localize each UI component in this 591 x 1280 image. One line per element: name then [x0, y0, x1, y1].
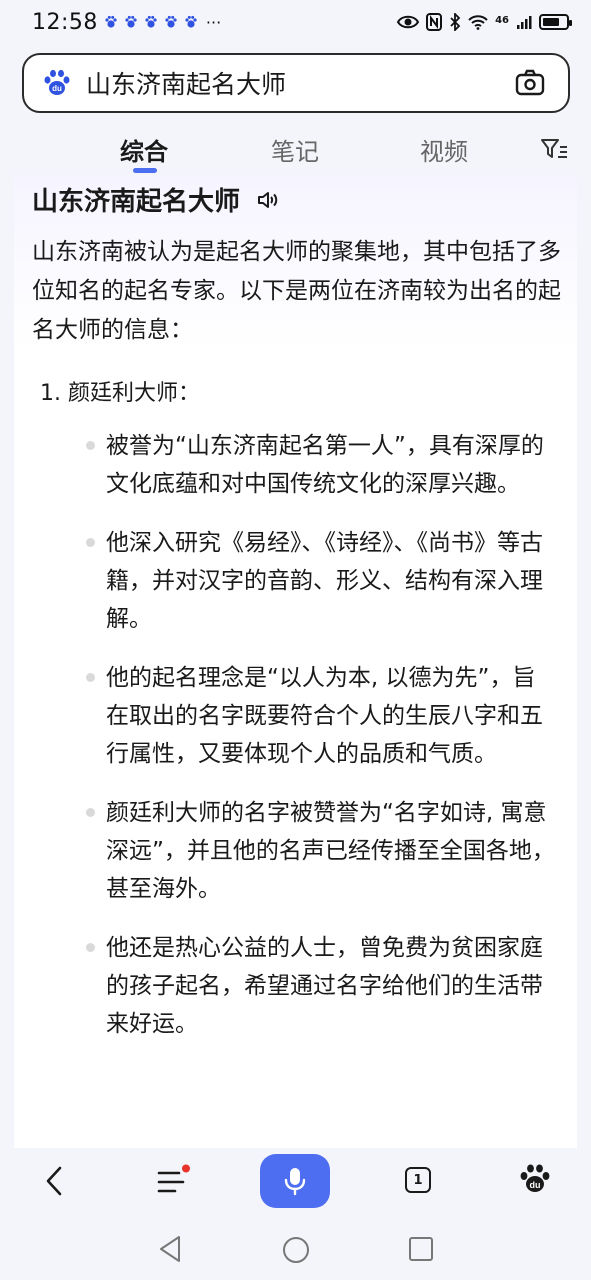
search-input[interactable]: 山东济南起名大师: [86, 65, 514, 101]
wifi-icon: [468, 14, 488, 30]
status-time: 12:58: [32, 9, 98, 35]
list-item-text: 他深入研究《易经》、《诗经》、《尚书》等古籍，并对汉字的音韵、形义、结构有深入理…: [106, 530, 543, 632]
bullet-dot: [86, 441, 95, 450]
bullet-dot: [86, 538, 95, 547]
nav-back-icon[interactable]: [157, 1234, 183, 1264]
nav-recent-apps-icon[interactable]: [408, 1236, 434, 1262]
speaker-icon[interactable]: [256, 188, 280, 212]
system-navigation-bar: [0, 1216, 591, 1280]
bluetooth-icon: [449, 13, 461, 31]
microphone-icon: [284, 1168, 306, 1196]
baidu-home-icon[interactable]: du: [518, 1162, 552, 1196]
tab-notes[interactable]: 笔记: [271, 132, 319, 167]
svg-text:du: du: [530, 1180, 541, 1190]
signal-icon: [516, 14, 532, 30]
battery-icon: [539, 14, 572, 30]
answer-heading: 山东济南起名大师: [32, 187, 241, 217]
answer-heading-row: 山东济南起名大师: [32, 181, 280, 218]
baidu-notification-icon: [104, 15, 118, 29]
list-item-title: 1. 颜廷利大师：: [40, 381, 200, 406]
voice-search-button[interactable]: [260, 1154, 330, 1208]
baidu-notification-icon: [184, 15, 198, 29]
status-bar: 12:58 ··· 46: [0, 0, 591, 44]
baidu-notification-icon: [164, 15, 178, 29]
result-tabs: 综合 笔记 视频: [0, 120, 591, 176]
baidu-notification-icon: [124, 15, 138, 29]
bottom-toolbar: 1 du: [0, 1148, 591, 1216]
notification-icons: [104, 15, 198, 29]
active-tab-indicator: [133, 168, 157, 173]
back-arrow-icon[interactable]: [40, 1164, 70, 1198]
status-right: 46: [397, 13, 572, 31]
list-item: 他的起名理念是“以人为本, 以德为先”，旨在取出的名字既要符合个人的生辰八字和五…: [86, 659, 556, 773]
status-left: 12:58 ···: [32, 10, 221, 35]
filter-icon[interactable]: [540, 136, 568, 162]
nav-home-icon[interactable]: [282, 1236, 310, 1264]
list-item-text: 颜廷利大师的名字被赞誉为“名字如诗, 寓意深远”，并且他的名声已经传播至全国各地…: [106, 800, 555, 902]
baidu-paw-icon: du: [44, 69, 70, 95]
list-item-text: 他还是热心公益的人士，曾免费为贫困家庭的孩子起名，希望通过名字给他们的生活带来好…: [106, 935, 543, 1037]
list-item: 颜廷利大师的名字被赞誉为“名字如诗, 寓意深远”，并且他的名声已经传播至全国各地…: [86, 794, 556, 908]
list-item: 他深入研究《易经》、《诗经》、《尚书》等古籍，并对汉字的音韵、形义、结构有深入理…: [86, 524, 556, 638]
list-item-text: 他的起名理念是“以人为本, 以德为先”，旨在取出的名字既要符合个人的生辰八字和五…: [106, 665, 543, 767]
bullet-dot: [86, 943, 95, 952]
menu-icon[interactable]: [155, 1164, 191, 1198]
eye-icon: [397, 14, 420, 30]
ai-answer-card: 山东济南起名大师 山东济南被认为是起名大师的聚集地，其中包括了多位知名的起名专家…: [14, 175, 577, 1150]
list-item: 他还是热心公益的人士，曾免费为贫困家庭的孩子起名，希望通过名字给他们的生活带来好…: [86, 929, 556, 1043]
camera-icon[interactable]: [514, 67, 546, 99]
tab-all[interactable]: 综合: [120, 132, 168, 167]
svg-text:du: du: [52, 84, 62, 93]
list-item: 被誉为“山东济南起名第一人”，具有深厚的文化底蕴和对中国传统文化的深厚兴趣。: [86, 427, 556, 503]
baidu-notification-icon: [144, 15, 158, 29]
list-item-text: 被誉为“山东济南起名第一人”，具有深厚的文化底蕴和对中国传统文化的深厚兴趣。: [106, 433, 544, 497]
tab-videos[interactable]: 视频: [420, 132, 468, 167]
nfc-icon: [426, 13, 443, 31]
more-notifications-indicator: ···: [205, 12, 222, 32]
bullet-dot: [86, 808, 95, 817]
bullet-dot: [86, 673, 95, 682]
answer-intro: 山东济南被认为是起名大师的聚集地，其中包括了多位知名的起名专家。以下是两位在济南…: [32, 239, 561, 343]
open-tabs-button[interactable]: 1: [405, 1167, 431, 1193]
network-type-label: 46: [495, 15, 509, 26]
search-bar[interactable]: du 山东济南起名大师: [22, 53, 570, 113]
bullet-list: 被誉为“山东济南起名第一人”，具有深厚的文化底蕴和对中国传统文化的深厚兴趣。 他…: [86, 427, 556, 1064]
